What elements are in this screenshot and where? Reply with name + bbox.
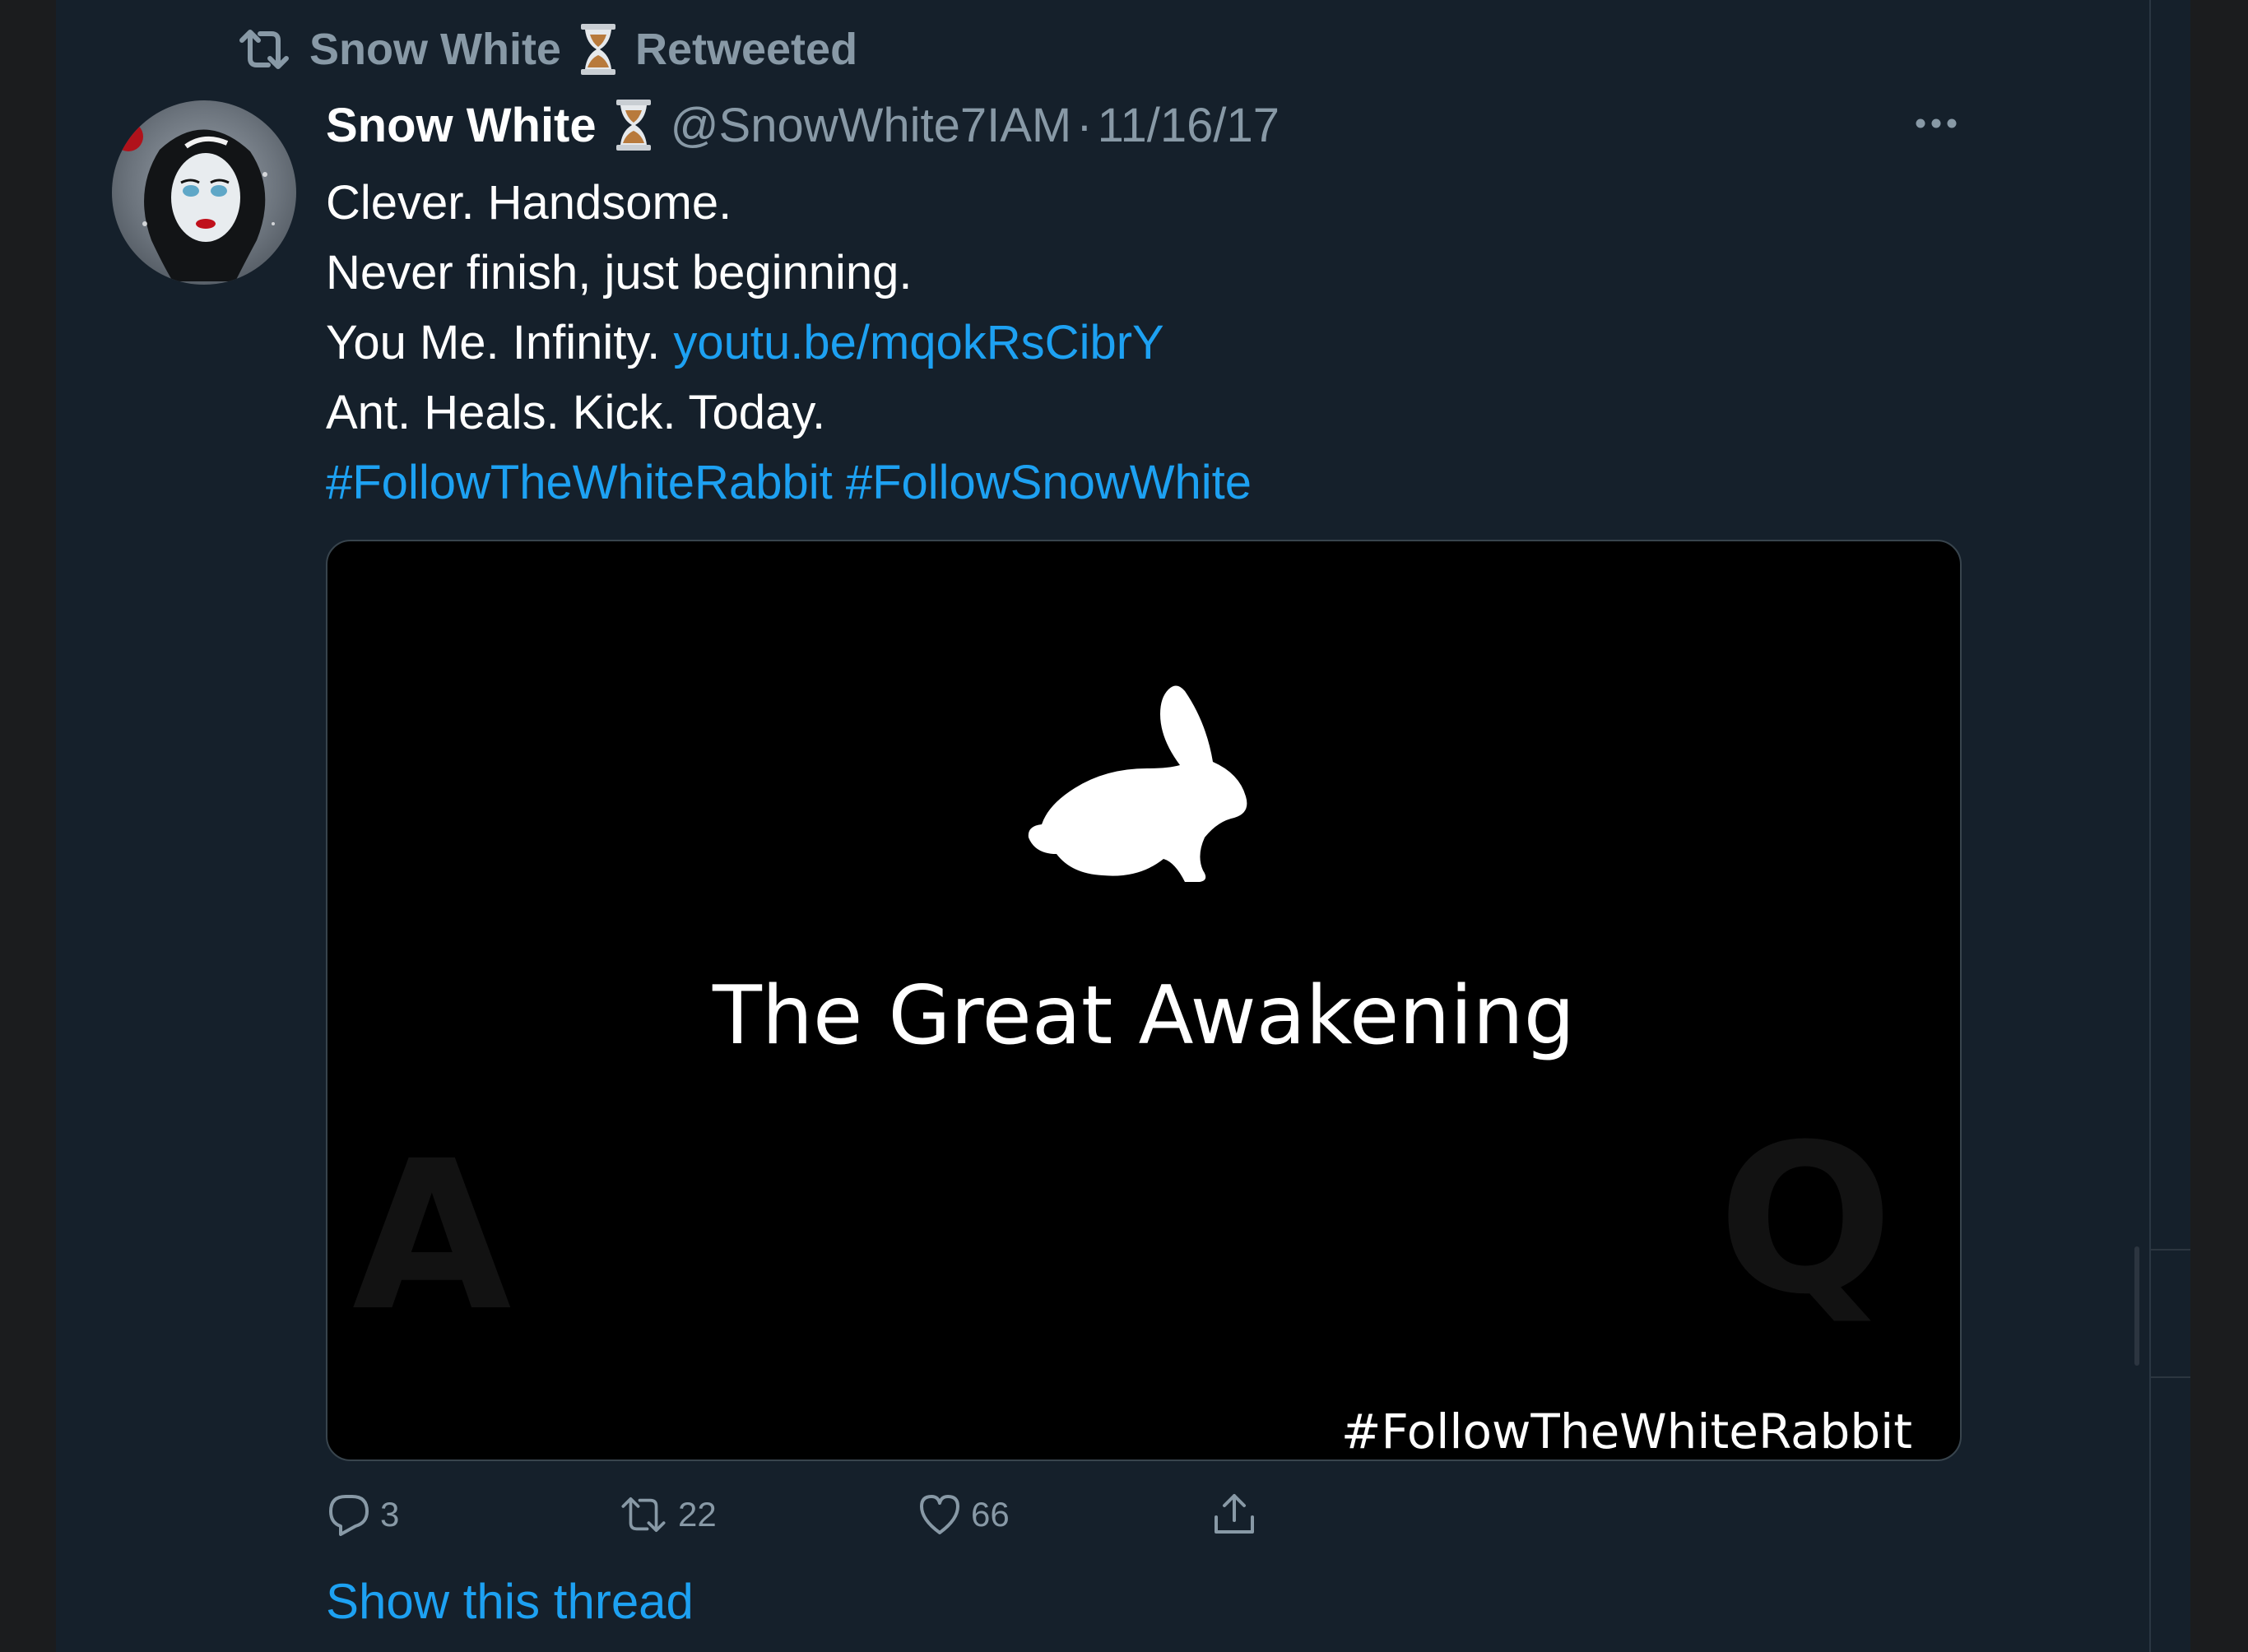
like-button[interactable]: 66 [917, 1486, 1010, 1543]
column-divider [2149, 0, 2151, 1652]
share-button[interactable] [1211, 1486, 1257, 1543]
media-hashtag: #FollowTheWhiteRabbit [1340, 1404, 1912, 1459]
watermark-letter: A [352, 1116, 512, 1356]
hashtag-link[interactable]: #FollowTheWhiteRabbit [326, 456, 833, 509]
retweeted-label: Retweeted [634, 25, 858, 74]
right-gutter [2190, 0, 2248, 1652]
scrollbar-thumb[interactable] [2134, 1246, 2139, 1366]
retweeter-name[interactable]: Snow White [309, 24, 561, 75]
youtube-link[interactable]: youtu.be/mqokRsCibrY [673, 316, 1163, 369]
sidebar-divider [2151, 1249, 2190, 1251]
tweet-header: Snow White @SnowWhite7IAM · 11/16/17 [326, 95, 1280, 155]
retweet-count: 22 [678, 1495, 717, 1534]
reply-button[interactable]: 3 [326, 1486, 399, 1543]
date-separator: · [1076, 98, 1093, 152]
sidebar-divider [2151, 1376, 2190, 1378]
tweet-media[interactable]: A Q The Great Awakening #FollowTheWhiteR… [326, 540, 1962, 1461]
hourglass-icon [615, 100, 651, 151]
show-thread-link[interactable]: Show this thread [326, 1573, 694, 1630]
user-handle[interactable]: @SnowWhite7IAM [671, 98, 1072, 153]
tweet-line: Clever. Handsome. [326, 176, 732, 230]
avatar-image [114, 122, 275, 281]
watermark-letter: Q [1718, 1100, 1893, 1339]
tweet-line: You Me. Infinity. youtu.be/mqokRsCibrY [326, 308, 2095, 378]
retweet-icon [239, 30, 289, 69]
tweet-date[interactable]: 11/16/17 [1098, 98, 1280, 153]
like-count: 66 [971, 1495, 1010, 1534]
retweet-icon [621, 1497, 666, 1533]
media-title: The Great Awakening [713, 969, 1575, 1063]
tweet-timeline: Snow White Retweeted Snow White @SnowWhi… [0, 0, 2248, 1652]
retweet-context[interactable]: Snow White Retweeted [235, 23, 857, 76]
white-rabbit-icon [1028, 685, 1247, 882]
tweet-line-text: You Me. Infinity. [326, 316, 674, 369]
hashtag-link[interactable]: #FollowSnowWhite [846, 456, 1252, 509]
hashtag-line: #FollowTheWhiteRabbit #FollowSnowWhite [326, 448, 2095, 517]
avatar[interactable] [112, 100, 296, 285]
left-gutter [0, 0, 56, 1652]
reply-count: 3 [380, 1495, 400, 1534]
heart-icon [920, 1495, 959, 1534]
hourglass-icon [580, 24, 615, 75]
reply-icon [329, 1495, 369, 1536]
retweet-button[interactable]: 22 [617, 1486, 717, 1543]
display-name[interactable]: Snow White [326, 98, 597, 153]
tweet-line: Never finish, just beginning. [326, 246, 913, 299]
share-icon [1215, 1494, 1254, 1534]
more-horizontal-icon [1916, 118, 1957, 128]
tweet-line: Ant. Heals. Kick. Today. [326, 386, 826, 439]
tweet-text: Clever. Handsome. Never finish, just beg… [326, 168, 2095, 517]
more-options-button[interactable] [1911, 104, 1962, 143]
